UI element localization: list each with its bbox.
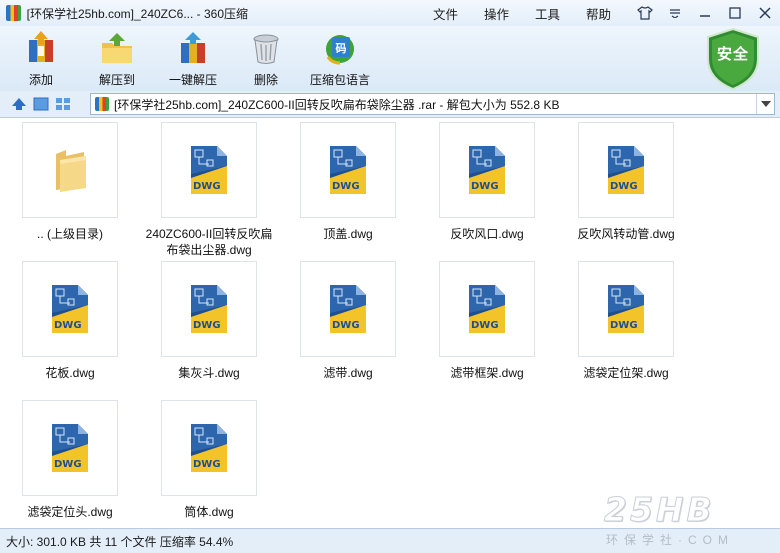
archive-language-icon: 码 <box>322 31 358 65</box>
extract-to-icon <box>99 31 135 65</box>
file-item[interactable]: DWG 顶盖.dwg <box>279 122 417 242</box>
file-list: .. (上级目录) DWG 240ZC600-II回转反吹扁布袋出尘器.dwg DWG… <box>0 117 780 528</box>
file-name: 花板.dwg <box>45 366 95 380</box>
file-name: 滤带框架.dwg <box>450 366 524 380</box>
security-badge-text: 安全 <box>716 46 749 63</box>
toolbar: 添加 解压到 一键解压 删除 码 压缩包语言 <box>0 26 780 91</box>
archive-language-button[interactable]: 码 压缩包语言 <box>308 31 372 88</box>
address-bar: [环保学社25hb.com]_240ZC600-II回转反吹扁布袋除尘器 .ra… <box>0 91 780 117</box>
file-item[interactable]: DWG 花板.dwg <box>1 261 139 381</box>
add-archive-icon <box>23 31 59 65</box>
archive-path: [环保学社25hb.com]_240ZC600-II回转反吹扁布袋除尘器 .ra… <box>114 97 560 112</box>
add-label: 添加 <box>28 73 53 87</box>
archive-icon <box>95 97 109 111</box>
dwg-badge-text: DWG <box>193 459 221 470</box>
file-name: 筒体.dwg <box>184 505 234 519</box>
dwg-badge-text: DWG <box>610 181 638 192</box>
menu-file[interactable]: 文件 <box>420 4 471 23</box>
dwg-badge-text: DWG <box>471 320 499 331</box>
add-button[interactable]: 添加 <box>9 31 73 88</box>
file-item[interactable]: DWG 集灰斗.dwg <box>140 261 278 381</box>
minimize-icon[interactable] <box>690 2 720 24</box>
dwg-badge-text: DWG <box>610 320 638 331</box>
dwg-file-icon: DWG <box>161 400 257 496</box>
app-icon <box>6 5 21 21</box>
watermark-caption: 环保学社·COM <box>606 533 734 547</box>
dwg-badge-text: DWG <box>332 181 360 192</box>
menu-help[interactable]: 帮助 <box>573 4 624 23</box>
file-item[interactable]: DWG 滤袋定位架.dwg <box>557 261 695 381</box>
dwg-file-icon: DWG <box>578 122 674 218</box>
file-name: 反吹风口.dwg <box>450 227 524 241</box>
menu-bar: 文件 操作 工具 帮助 <box>420 4 624 23</box>
path-dropdown-icon[interactable] <box>756 94 774 114</box>
window-controls <box>630 2 780 24</box>
dwg-file-icon: DWG <box>300 261 396 357</box>
file-name: 滤袋定位架.dwg <box>583 366 669 380</box>
watermark-logo-text: 25HB <box>604 490 715 530</box>
skin-icon[interactable] <box>630 2 660 24</box>
dwg-badge-text: DWG <box>54 459 82 470</box>
dwg-file-icon: DWG <box>161 122 257 218</box>
dwg-file-icon: DWG <box>22 261 118 357</box>
dwg-file-icon: DWG <box>578 261 674 357</box>
close-icon[interactable] <box>750 2 780 24</box>
file-name: 滤带.dwg <box>323 366 373 380</box>
delete-label: 删除 <box>253 73 278 87</box>
svg-text:码: 码 <box>336 42 347 55</box>
view-large-icon[interactable] <box>30 93 52 115</box>
file-name: .. (上级目录) <box>37 227 103 241</box>
title-bar: [环保学社25hb.com]_240ZC6... - 360压缩 文件 操作 工… <box>0 0 780 26</box>
file-item[interactable]: DWG 240ZC600-II回转反吹扁布袋出尘器.dwg <box>140 122 278 258</box>
file-item[interactable]: DWG 反吹风转动管.dwg <box>557 122 695 242</box>
window-title: [环保学社25hb.com]_240ZC6... - 360压缩 <box>26 6 249 21</box>
file-name: 集灰斗.dwg <box>178 366 240 380</box>
dwg-badge-text: DWG <box>193 181 221 192</box>
dwg-badge-text: DWG <box>332 320 360 331</box>
view-grid-icon[interactable] <box>52 93 74 115</box>
archive-language-label: 压缩包语言 <box>309 73 370 87</box>
file-item[interactable]: DWG 滤袋定位头.dwg <box>1 400 139 520</box>
security-shield[interactable]: 安全 <box>705 27 761 91</box>
menu-dropdown-icon[interactable] <box>660 2 690 24</box>
file-name: 顶盖.dwg <box>323 227 373 241</box>
maximize-icon[interactable] <box>720 2 750 24</box>
delete-icon <box>248 31 284 65</box>
dwg-badge-text: DWG <box>471 181 499 192</box>
dwg-file-icon: DWG <box>439 122 535 218</box>
one-click-extract-icon <box>175 31 211 65</box>
dwg-file-icon: DWG <box>439 261 535 357</box>
menu-operation[interactable]: 操作 <box>471 4 522 23</box>
file-name: 滤袋定位头.dwg <box>27 505 113 519</box>
menu-tools[interactable]: 工具 <box>522 4 573 23</box>
status-text: 大小: 301.0 KB 共 11 个文件 压缩率 54.4% <box>6 534 234 549</box>
watermark-logo: 25HB <box>604 490 774 530</box>
file-item[interactable]: DWG 滤带框架.dwg <box>418 261 556 381</box>
dwg-badge-text: DWG <box>54 320 82 331</box>
dwg-file-icon: DWG <box>22 400 118 496</box>
file-item[interactable]: DWG 筒体.dwg <box>140 400 278 520</box>
path-field[interactable]: [环保学社25hb.com]_240ZC600-II回转反吹扁布袋除尘器 .ra… <box>90 93 775 115</box>
file-item[interactable]: DWG 滤带.dwg <box>279 261 417 381</box>
up-level-icon[interactable] <box>8 93 30 115</box>
folder-icon <box>22 122 118 218</box>
delete-button[interactable]: 删除 <box>234 31 298 88</box>
dwg-badge-text: DWG <box>193 320 221 331</box>
file-name: 反吹风转动管.dwg <box>577 227 675 241</box>
dwg-file-icon: DWG <box>300 122 396 218</box>
file-name: 240ZC600-II回转反吹扁布袋出尘器.dwg <box>145 227 273 257</box>
extract-to-label: 解压到 <box>98 73 135 87</box>
one-click-extract-label: 一键解压 <box>168 73 217 87</box>
one-click-extract-button[interactable]: 一键解压 <box>161 31 225 88</box>
parent-folder-item[interactable]: .. (上级目录) <box>1 122 139 242</box>
dwg-file-icon: DWG <box>161 261 257 357</box>
extract-to-button[interactable]: 解压到 <box>85 31 149 88</box>
file-item[interactable]: DWG 反吹风口.dwg <box>418 122 556 242</box>
